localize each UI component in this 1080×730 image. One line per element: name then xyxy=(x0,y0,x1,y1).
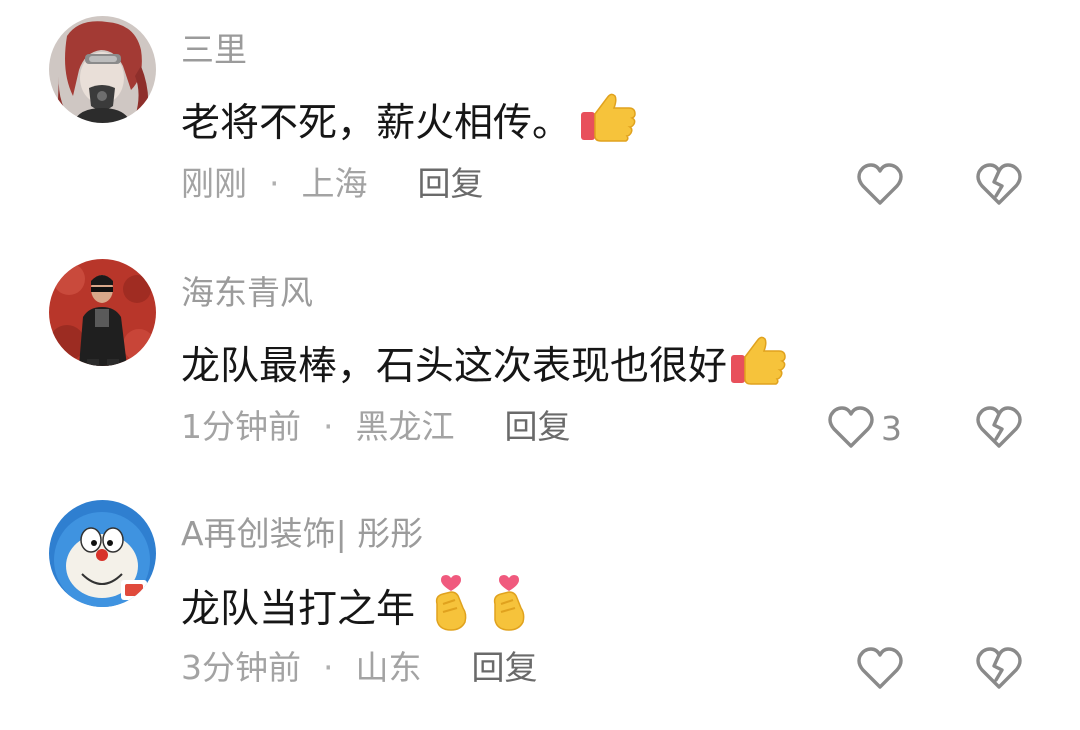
comment-meta: 1分钟前 · 黑龙江 回复 xyxy=(181,405,571,449)
like-button[interactable] xyxy=(856,646,904,692)
comment-text-body: 老将不死，薪火相传。 xyxy=(181,100,572,146)
avatar[interactable] xyxy=(49,500,156,607)
broken-heart-icon xyxy=(976,647,1022,689)
reply-button[interactable]: 回复 xyxy=(505,405,571,449)
dislike-button[interactable] xyxy=(975,646,1023,692)
like-button[interactable]: 3 xyxy=(827,405,902,451)
heart-icon xyxy=(857,163,903,205)
thumbs-up-emoji-icon xyxy=(729,333,789,400)
comment-time: 3分钟前 xyxy=(181,648,301,687)
heart-icon xyxy=(857,647,903,689)
comment-meta: 3分钟前 · 山东 回复 xyxy=(181,646,538,690)
username[interactable]: A再创装饰| 彤彤 xyxy=(181,514,423,554)
finger-heart-emoji-icon xyxy=(487,574,531,645)
dislike-button[interactable] xyxy=(975,405,1023,451)
username[interactable]: 海东青风 xyxy=(181,273,313,313)
comment-item: 海东青风 龙队最棒，石头这次表现也很好 1分钟前 · 黑龙江 回复 3 xyxy=(0,259,1080,489)
reply-button[interactable]: 回复 xyxy=(418,162,484,206)
comment-item: 三里 老将不死，薪火相传。 刚刚 · 上海 回复 xyxy=(0,16,1080,246)
heart-icon xyxy=(828,406,874,448)
comment-location: 上海 xyxy=(301,164,368,203)
reply-button[interactable]: 回复 xyxy=(472,646,538,690)
comment-text: 龙队最棒，石头这次表现也很好 xyxy=(181,333,789,400)
finger-heart-emoji-icon xyxy=(429,574,473,645)
avatar[interactable] xyxy=(49,259,156,366)
comment-time: 刚刚 xyxy=(181,164,247,203)
meta-separator: · xyxy=(323,407,334,446)
thumbs-up-emoji-icon xyxy=(579,90,639,157)
comment-meta: 刚刚 · 上海 回复 xyxy=(181,162,484,206)
like-button[interactable] xyxy=(856,162,904,208)
comment-location: 山东 xyxy=(355,648,422,687)
comment-item: A再创装饰| 彤彤 龙队当打之年 3分钟前 · 山东 回复 xyxy=(0,500,1080,730)
broken-heart-icon xyxy=(976,406,1022,448)
comment-text: 老将不死，薪火相传。 xyxy=(181,90,639,157)
comment-time: 1分钟前 xyxy=(181,407,301,446)
meta-separator: · xyxy=(269,164,280,203)
comment-location: 黑龙江 xyxy=(355,407,455,446)
username[interactable]: 三里 xyxy=(181,30,247,70)
avatar[interactable] xyxy=(49,16,156,123)
comment-text: 龙队当打之年 xyxy=(181,574,531,645)
comment-text-body: 龙队最棒，石头这次表现也很好 xyxy=(181,343,728,389)
comment-text-body: 龙队当打之年 xyxy=(181,586,416,632)
like-count: 3 xyxy=(881,408,902,448)
dislike-button[interactable] xyxy=(975,162,1023,208)
meta-separator: · xyxy=(323,648,334,687)
broken-heart-icon xyxy=(976,163,1022,205)
